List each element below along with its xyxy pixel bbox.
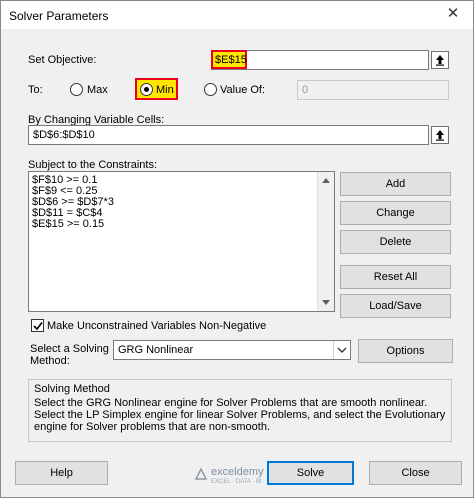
unconstrained-label: Make Unconstrained Variables Non-Negativ… — [47, 320, 267, 332]
scroll-down-icon — [322, 300, 330, 305]
to-label: To: — [28, 84, 43, 96]
reset-all-button[interactable]: Reset All — [340, 265, 451, 289]
close-button[interactable]: Close — [369, 461, 462, 485]
collapse-arrow-icon — [436, 130, 444, 141]
chevron-down-icon — [337, 347, 347, 353]
checkmark-icon — [33, 322, 43, 331]
unconstrained-checkbox[interactable] — [31, 319, 44, 332]
constraints-label: Subject to the Constraints: — [28, 159, 158, 171]
close-icon[interactable]: ✕ — [439, 3, 467, 25]
constraints-items: $F$10 >= 0.1 $F$9 <= 0.25 $D$6 >= $D$7*3… — [32, 175, 114, 230]
dropdown-button[interactable] — [333, 341, 350, 359]
delete-button[interactable]: Delete — [340, 230, 451, 254]
solving-method-title: Solving Method — [34, 383, 110, 395]
max-radio[interactable] — [70, 83, 83, 96]
value-of-label: Value Of: — [220, 84, 266, 96]
title-bar: Solver Parameters ✕ — [1, 1, 473, 29]
change-button[interactable]: Change — [340, 201, 451, 225]
solving-method-select[interactable]: GRG Nonlinear — [113, 340, 351, 360]
load-save-button[interactable]: Load/Save — [340, 294, 451, 318]
set-objective-label: Set Objective: — [28, 54, 97, 66]
watermark-name: exceldemy — [211, 466, 264, 478]
constraints-list[interactable]: $F$10 >= 0.1 $F$9 <= 0.25 $D$6 >= $D$7*3… — [28, 171, 335, 312]
options-button[interactable]: Options — [358, 339, 453, 363]
value-of-radio[interactable] — [204, 83, 217, 96]
min-label: Min — [156, 84, 174, 96]
value-of-field[interactable]: 0 — [297, 80, 449, 100]
changing-cells-field[interactable]: $D$6:$D$10 — [28, 125, 429, 145]
exceldemy-logo-icon — [194, 467, 208, 480]
min-radio[interactable] — [140, 83, 153, 96]
radio-selected-dot — [144, 87, 149, 92]
solve-button[interactable]: Solve — [267, 461, 354, 485]
set-objective-value: $E$15 — [215, 54, 247, 66]
collapse-arrow-icon — [436, 55, 444, 66]
solving-method-value: GRG Nonlinear — [118, 344, 194, 356]
method-label-line1: Select a Solving — [30, 343, 109, 355]
objective-collapse-button[interactable] — [431, 51, 449, 69]
help-button[interactable]: Help — [15, 461, 108, 485]
constraints-scrollbar[interactable] — [317, 172, 334, 311]
changing-cells-collapse-button[interactable] — [431, 126, 449, 144]
method-label-line2: Method: — [30, 355, 70, 367]
add-button[interactable]: Add — [340, 172, 451, 196]
max-label: Max — [87, 84, 108, 96]
solver-parameters-dialog: Solver Parameters ✕ Set Objective: $E$15… — [0, 0, 474, 498]
scroll-up-icon — [322, 178, 330, 183]
watermark-tagline: EXCEL · DATA · BI — [211, 479, 262, 485]
dialog-title: Solver Parameters — [9, 9, 109, 23]
constraint-item[interactable]: $E$15 >= 0.15 — [32, 219, 114, 230]
solving-method-description: Select the GRG Nonlinear engine for Solv… — [34, 397, 446, 433]
